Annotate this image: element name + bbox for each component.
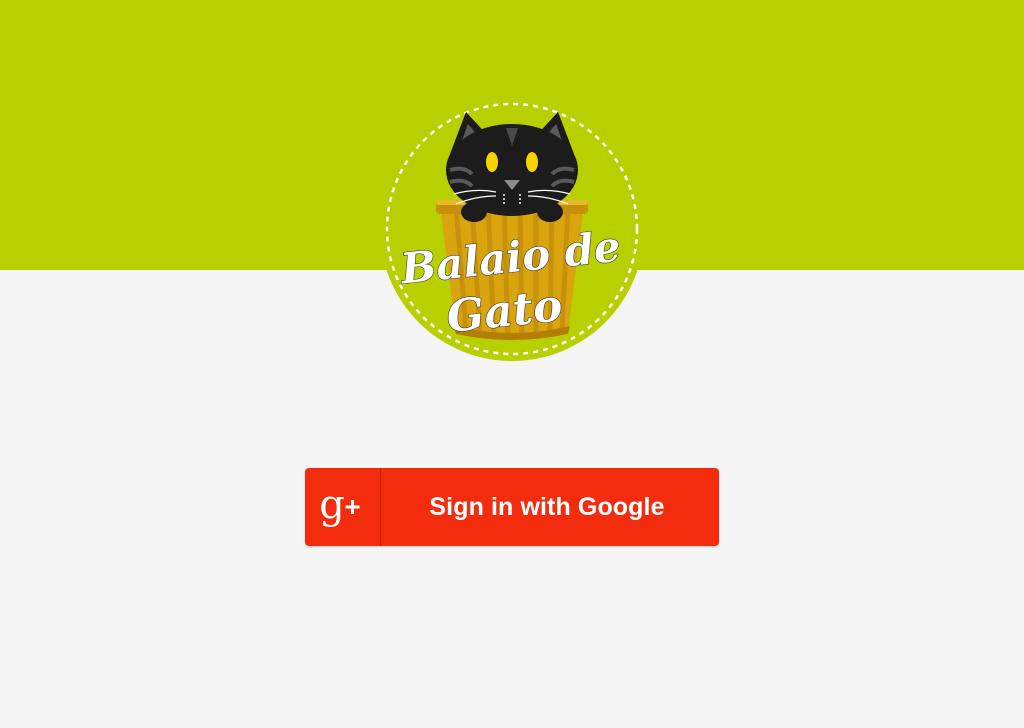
google-signin-label: Sign in with Google xyxy=(429,492,665,521)
logo-graphic: Balaio de Gato xyxy=(380,97,644,361)
cat-icon xyxy=(446,112,578,222)
svg-text:g: g xyxy=(319,484,345,528)
google-signin-button[interactable]: g Sign in with Google xyxy=(305,468,719,546)
login-screen: Balaio de Gato g Sign in with Google xyxy=(0,0,1024,728)
google-plus-icon-container: g xyxy=(305,468,381,546)
balaio-de-gato-logo: Balaio de Gato xyxy=(380,94,644,364)
google-plus-icon: g xyxy=(319,484,359,528)
